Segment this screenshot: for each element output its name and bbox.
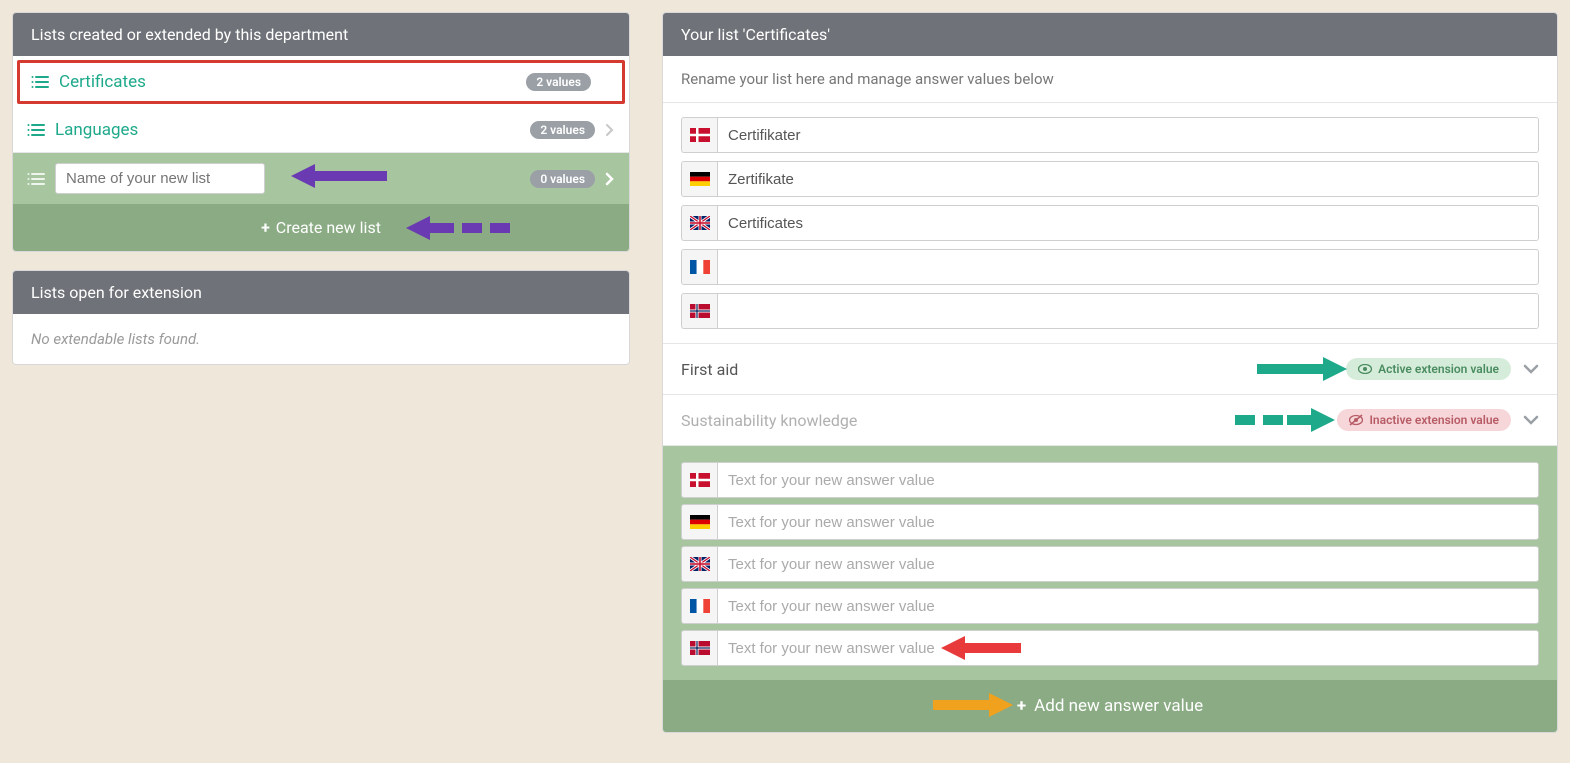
new-value-lang-row	[681, 588, 1539, 624]
new-value-input-de[interactable]	[717, 504, 1539, 540]
flag-fr-icon	[681, 249, 717, 285]
chevron-right-icon	[605, 123, 615, 137]
new-value-input-fr[interactable]	[717, 588, 1539, 624]
new-list-name-input[interactable]	[55, 163, 265, 194]
flag-dk-icon	[681, 462, 717, 498]
value-row-first-aid[interactable]: First aid Active extension value	[663, 344, 1557, 395]
annotation-arrow-orange	[933, 688, 1013, 722]
value-count-badge: 2 values	[530, 121, 595, 139]
list-item-languages[interactable]: Languages 2 values	[13, 108, 629, 153]
plus-icon: +	[261, 218, 270, 237]
new-value-lang-row	[681, 546, 1539, 582]
flag-no-icon	[681, 630, 717, 666]
create-new-list-label: Create new list	[276, 218, 381, 237]
new-value-input-dk[interactable]	[717, 462, 1539, 498]
rename-lang-row	[681, 205, 1539, 241]
list-icon	[27, 171, 45, 187]
lists-department-header: Lists created or extended by this depart…	[13, 13, 629, 56]
add-answer-value-button[interactable]: + Add new answer value	[663, 680, 1557, 732]
list-item-label: Certificates	[59, 72, 516, 92]
plus-icon: +	[1017, 696, 1026, 716]
new-value-lang-row	[681, 504, 1539, 540]
rename-language-group	[663, 103, 1557, 344]
new-value-lang-row	[681, 630, 1539, 666]
rename-input-dk[interactable]	[717, 117, 1539, 153]
lists-extension-panel: Lists open for extension No extendable l…	[12, 270, 630, 365]
list-item-certificates[interactable]: Certificates 2 values	[17, 60, 625, 104]
value-count-badge: 0 values	[530, 170, 595, 188]
eye-icon	[1358, 364, 1372, 374]
lists-extension-header: Lists open for extension	[13, 271, 629, 314]
value-title: First aid	[681, 360, 738, 379]
status-badge-inactive: Inactive extension value	[1337, 409, 1511, 431]
annotation-arrow-green	[1257, 352, 1347, 386]
value-row-sustainability[interactable]: Sustainability knowledge Inactive extens…	[663, 395, 1557, 446]
flag-fr-icon	[681, 588, 717, 624]
flag-no-icon	[681, 293, 717, 329]
rename-input-de[interactable]	[717, 161, 1539, 197]
extension-empty-text: No extendable lists found.	[13, 314, 629, 364]
new-value-input-uk[interactable]	[717, 546, 1539, 582]
rename-lang-row	[681, 161, 1539, 197]
new-value-input-no[interactable]	[717, 630, 1539, 666]
rename-input-no[interactable]	[717, 293, 1539, 329]
flag-uk-icon	[681, 205, 717, 241]
your-list-panel: Your list 'Certificates' Rename your lis…	[662, 12, 1558, 733]
flag-dk-icon	[681, 117, 717, 153]
new-answer-value-block	[663, 446, 1557, 680]
rename-lang-row	[681, 117, 1539, 153]
rename-input-uk[interactable]	[717, 205, 1539, 241]
flag-de-icon	[681, 161, 717, 197]
flag-uk-icon	[681, 546, 717, 582]
add-answer-value-label: Add new answer value	[1034, 696, 1203, 716]
rename-lang-row	[681, 249, 1539, 285]
annotation-arrow-purple	[291, 158, 391, 194]
rename-input-fr[interactable]	[717, 249, 1539, 285]
new-value-lang-row	[681, 462, 1539, 498]
status-badge-active: Active extension value	[1346, 358, 1511, 380]
annotation-arrow-purple-dashed	[406, 210, 516, 246]
rename-instructions: Rename your list here and manage answer …	[663, 56, 1557, 103]
lists-department-panel: Lists created or extended by this depart…	[12, 12, 630, 252]
list-icon	[27, 122, 45, 138]
value-count-badge: 2 values	[526, 73, 591, 91]
eye-off-icon	[1349, 414, 1363, 426]
value-title: Sustainability knowledge	[681, 411, 857, 430]
chevron-right-icon	[605, 172, 615, 186]
list-icon	[31, 74, 49, 90]
flag-de-icon	[681, 504, 717, 540]
create-new-list-button[interactable]: + Create new list	[13, 204, 629, 251]
rename-lang-row	[681, 293, 1539, 329]
annotation-arrow-green-dashed	[1235, 403, 1335, 437]
chevron-down-icon[interactable]	[1523, 364, 1539, 374]
your-list-header: Your list 'Certificates'	[663, 13, 1557, 56]
chevron-down-icon[interactable]	[1523, 415, 1539, 425]
new-list-row: 0 values	[13, 153, 629, 204]
list-item-label: Languages	[55, 120, 520, 140]
